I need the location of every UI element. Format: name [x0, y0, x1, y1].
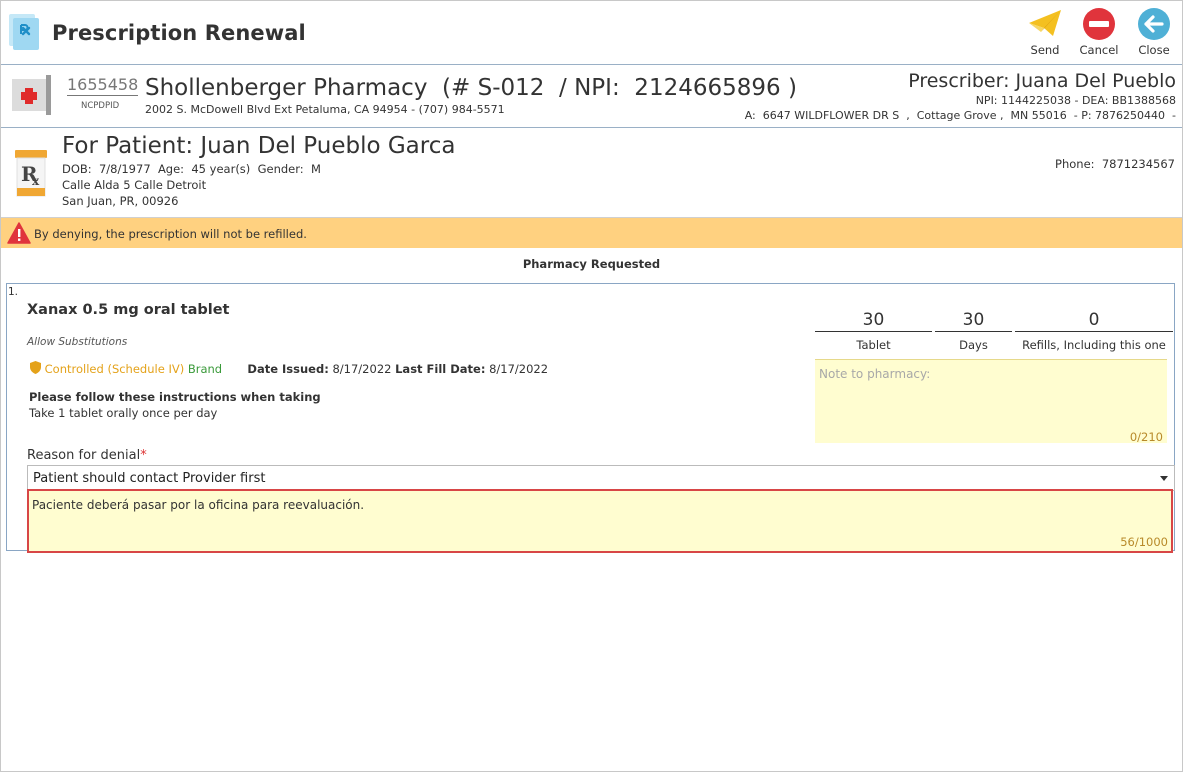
substitution-label: Allow Substitutions — [27, 336, 128, 348]
denial-comment-count: 56/1000 — [1120, 535, 1168, 549]
warning-text: By denying, the prescription will not be… — [34, 227, 307, 241]
no-entry-icon — [1083, 8, 1115, 40]
controlled-shield-icon — [30, 361, 41, 374]
denial-reason-text: Reason for denial — [27, 448, 141, 463]
days-value: 30 — [935, 310, 1012, 332]
patient-header: R x For Patient: Juan Del Pueblo Garca D… — [1, 128, 1182, 218]
svg-text:x: x — [32, 174, 40, 188]
quantity-field: 30 Tablet — [815, 310, 932, 352]
close-button[interactable]: Close — [1129, 7, 1179, 57]
send-label: Send — [1030, 43, 1060, 57]
schedule-label: Controlled (Schedule IV) — [44, 362, 185, 376]
chevron-down-icon — [1160, 476, 1168, 481]
pharmacy-header: 1655458 NCPDPID Shollenberger Pharmacy (… — [1, 65, 1182, 128]
denial-warning-banner: By denying, the prescription will not be… — [1, 218, 1182, 248]
patient-name: For Patient: Juan Del Pueblo Garca — [62, 133, 456, 159]
drug-name: Xanax 0.5 mg oral tablet — [27, 302, 230, 318]
drug-details: Controlled (Schedule IV) Brand Date Issu… — [30, 361, 548, 376]
patient-address-line2: San Juan, PR, 00926 — [62, 194, 179, 208]
page-title: Prescription Renewal — [52, 21, 306, 45]
prescription-index: 1. — [8, 286, 19, 298]
denial-reason-label: Reason for denial* — [27, 448, 147, 463]
date-issued-label: Date Issued: — [247, 362, 329, 376]
note-placeholder: Note to pharmacy: — [819, 367, 931, 381]
instructions-heading: Please follow these instructions when ta… — [29, 390, 321, 404]
paper-plane-icon — [1029, 10, 1061, 36]
cancel-button[interactable]: Cancel — [1074, 7, 1124, 57]
cancel-label: Cancel — [1079, 43, 1119, 57]
denial-reason-select[interactable]: Patient should contact Provider first — [27, 465, 1175, 491]
instructions-text: Take 1 tablet orally once per day — [29, 406, 218, 420]
denial-reason-value: Patient should contact Provider first — [33, 471, 266, 486]
pill-bottle-rx-icon: R x — [13, 148, 49, 202]
patient-demographics: DOB: 7/8/1977 Age: 45 year(s) Gender: M — [62, 162, 321, 176]
pharmacy-name: Shollenberger Pharmacy (# S-012 / NPI: 2… — [145, 75, 797, 101]
required-marker: * — [140, 448, 147, 463]
denial-comment-text: Paciente deberá pasar por la oficina par… — [32, 498, 365, 512]
days-unit: Days — [959, 338, 988, 352]
refills-unit: Refills, Including this one — [1022, 338, 1166, 352]
note-char-count: 0/210 — [1129, 430, 1163, 444]
warning-triangle-icon — [7, 222, 31, 248]
ncpdp-label: NCPDPID — [81, 101, 120, 111]
days-field: 30 Days — [935, 310, 1012, 352]
pharmacy-cross-icon — [10, 75, 54, 119]
quantity-unit: Tablet — [856, 338, 891, 352]
denial-comment-input[interactable]: Paciente deberá pasar por la oficina par… — [27, 489, 1173, 553]
ncpdp-id: 1655458 — [67, 75, 139, 96]
prescriber-name: Prescriber: Juana Del Pueblo — [908, 70, 1176, 92]
last-fill-value: 8/17/2022 — [489, 362, 549, 376]
send-button[interactable]: Send — [1020, 7, 1070, 57]
note-to-pharmacy-input[interactable]: Note to pharmacy: 0/210 — [815, 359, 1167, 444]
refills-field: 0 Refills, Including this one — [1015, 310, 1173, 352]
title-bar: Prescription Renewal Send Cancel Close — [1, 1, 1182, 65]
prescriber-ids: NPI: 1144225038 - DEA: BB1388568 — [975, 94, 1176, 107]
patient-phone: Phone: 7871234567 — [1055, 157, 1175, 171]
date-issued-value: 8/17/2022 — [332, 362, 392, 376]
patient-address-line1: Calle Alda 5 Calle Detroit — [62, 178, 207, 192]
section-title: Pharmacy Requested — [522, 257, 661, 271]
refills-value: 0 — [1015, 310, 1173, 332]
prescription-pad-icon — [7, 11, 41, 51]
quantity-value: 30 — [815, 310, 932, 332]
last-fill-label: Last Fill Date: — [395, 362, 486, 376]
pharmacy-address: 2002 S. McDowell Blvd Ext Petaluma, CA 9… — [145, 103, 505, 116]
close-label: Close — [1138, 43, 1170, 57]
brand-label: Brand — [187, 362, 223, 376]
back-arrow-icon — [1138, 8, 1170, 40]
prescriber-address: A: 6647 WILDFLOWER DR S , Cottage Grove … — [744, 109, 1176, 122]
